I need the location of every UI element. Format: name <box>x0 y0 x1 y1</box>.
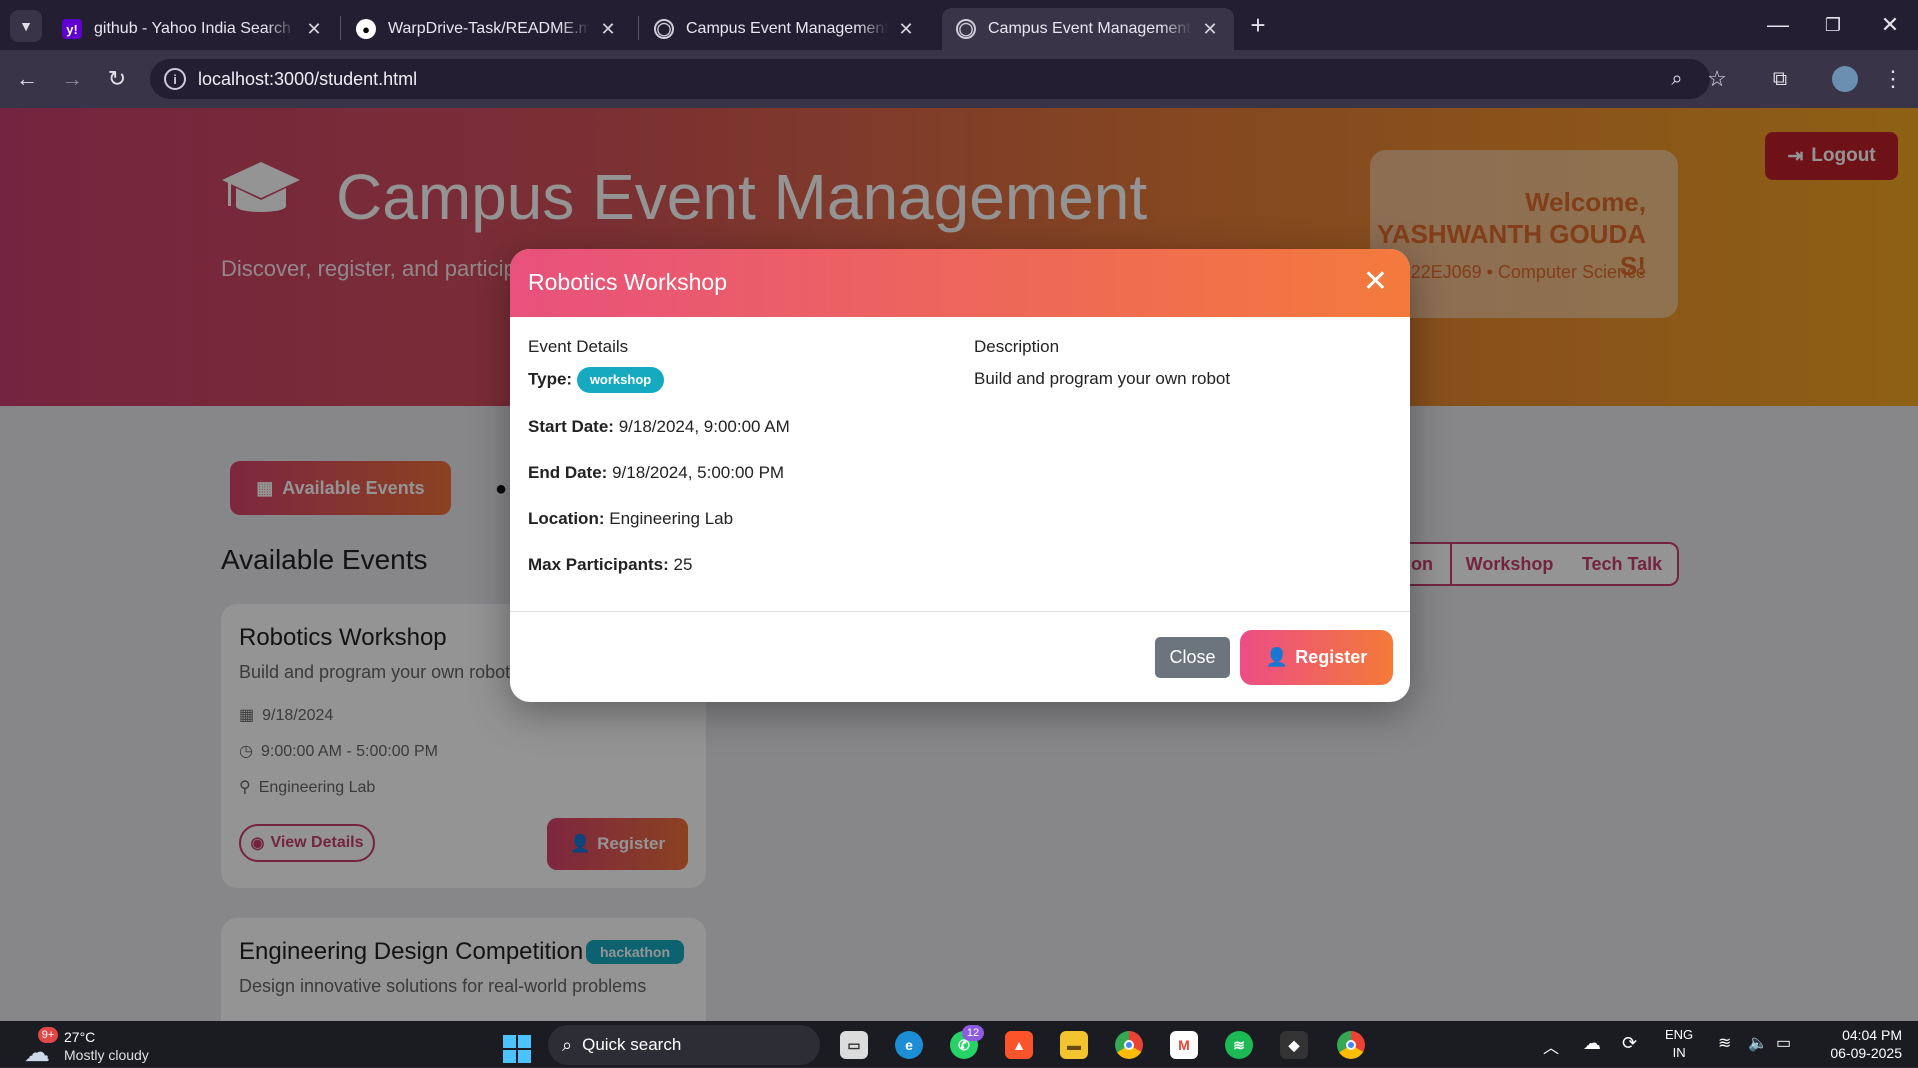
profile-avatar-icon[interactable] <box>1832 66 1858 92</box>
site-info-icon[interactable]: i <box>164 68 186 90</box>
sync-icon[interactable]: ⟳ <box>1622 1033 1637 1054</box>
browser-toolbar: ← → ↻ i localhost:3000/student.html ⌕ ☆ … <box>0 50 1918 108</box>
notification-badge: 9+ <box>38 1027 58 1043</box>
modal-register-label: Register <box>1295 647 1368 667</box>
os-taskbar: ☁ 9+ 27°C Mostly cloudy ⌕ Quick search ▭… <box>0 1021 1918 1067</box>
chrome-dev-icon[interactable] <box>1337 1031 1365 1059</box>
event-details-column: Event Details Type: workshop Start Date:… <box>528 335 958 599</box>
tab-title: WarpDrive-Task/README.md at <box>388 20 590 37</box>
event-details-modal: Robotics Workshop ✕ Event Details Type: … <box>510 249 1410 702</box>
modal-header: Robotics Workshop ✕ <box>510 249 1410 317</box>
tab-campus-event-platform[interactable]: ◯ Campus Event Management Pla ✕ <box>640 8 930 50</box>
location-line: Location: Engineering Lab <box>528 507 958 531</box>
modal-close-icon[interactable]: ✕ <box>1363 265 1388 299</box>
whatsapp-badge: 12 <box>962 1025 984 1041</box>
page-viewport: Campus Event Management Discover, regist… <box>0 108 1918 1021</box>
close-icon[interactable]: ✕ <box>304 19 324 40</box>
clock-date: 06-09-2025 <box>1830 1045 1902 1061</box>
end-date-value: 9/18/2024, 5:00:00 PM <box>612 463 785 482</box>
description-column: Description Build and program your own r… <box>974 335 1394 413</box>
volume-icon[interactable]: 🔈 <box>1748 1033 1768 1053</box>
modal-footer-divider <box>510 611 1410 612</box>
github-icon: ● <box>356 19 376 39</box>
clock-time: 04:04 PM <box>1842 1027 1902 1043</box>
max-participants-value: 25 <box>673 555 693 574</box>
event-type-line: Type: workshop <box>528 367 958 393</box>
tab-github-readme[interactable]: ● WarpDrive-Task/README.md at ✕ <box>342 8 632 50</box>
description-heading: Description <box>974 337 1060 356</box>
clock[interactable]: 04:04 PM 06-09-2025 <box>1812 1026 1902 1062</box>
menu-kebab-icon[interactable]: ⋮ <box>1878 64 1908 94</box>
edge-icon[interactable]: e <box>895 1031 923 1059</box>
tab-search-chevron-icon[interactable]: ▼ <box>10 10 42 42</box>
file-explorer-icon[interactable]: ▬ <box>1060 1031 1088 1059</box>
gmail-icon[interactable]: M <box>1170 1031 1198 1059</box>
window-close-icon[interactable]: ✕ <box>1875 10 1905 40</box>
tab-title: Campus Event Management - S <box>988 20 1192 37</box>
battery-icon[interactable]: ▭ <box>1776 1033 1791 1053</box>
weather-widget[interactable]: ☁ 9+ 27°C Mostly cloudy <box>20 1027 180 1067</box>
close-icon[interactable]: ✕ <box>896 19 916 40</box>
modal-register-button[interactable]: 👤 Register <box>1240 630 1393 685</box>
back-arrow-icon[interactable]: ← <box>12 64 42 94</box>
description-value: Build and program your own robot <box>974 369 1231 388</box>
chrome-icon[interactable] <box>1115 1031 1143 1059</box>
weather-temp: 27°C <box>64 1029 96 1045</box>
close-icon[interactable]: ✕ <box>598 19 618 40</box>
new-tab-plus-icon[interactable]: + <box>1243 10 1273 40</box>
modal-title: Robotics Workshop <box>528 269 727 295</box>
tab-divider <box>340 16 341 40</box>
extensions-puzzle-icon[interactable]: ⧉ <box>1765 64 1795 94</box>
type-label: Type: <box>528 369 573 389</box>
end-date-label: End Date: <box>528 463 608 482</box>
tab-title: github - Yahoo India Search Res <box>94 20 296 37</box>
wifi-icon[interactable]: ≋ <box>1718 1033 1731 1053</box>
url-text: localhost:3000/student.html <box>198 68 418 89</box>
end-date-line: End Date: 9/18/2024, 5:00:00 PM <box>528 461 958 485</box>
modal-close-button[interactable]: Close <box>1155 637 1230 678</box>
brave-icon[interactable]: ▲ <box>1005 1031 1033 1059</box>
lang-bottom: IN <box>1672 1045 1686 1060</box>
max-participants-line: Max Participants: 25 <box>528 553 958 577</box>
browser-tab-strip: ▼ y! github - Yahoo India Search Res ✕ ●… <box>0 0 1918 50</box>
start-date-label: Start Date: <box>528 417 614 436</box>
lang-top: ENG <box>1665 1027 1694 1042</box>
taskbar-search-box[interactable]: ⌕ Quick search <box>548 1025 820 1065</box>
start-date-line: Start Date: 9/18/2024, 9:00:00 AM <box>528 415 958 439</box>
search-icon: ⌕ <box>562 1034 573 1055</box>
globe-icon: ◯ <box>956 19 976 39</box>
search-label: Quick search <box>582 1035 682 1054</box>
bookmark-star-icon[interactable]: ☆ <box>1702 64 1732 94</box>
type-badge: workshop <box>576 367 665 393</box>
zoom-icon[interactable]: ⌕ <box>1662 64 1692 94</box>
globe-icon: ◯ <box>654 19 674 39</box>
address-bar[interactable]: i localhost:3000/student.html <box>150 59 1710 99</box>
close-icon[interactable]: ✕ <box>1200 19 1220 40</box>
yahoo-icon: y! <box>62 19 82 39</box>
location-value: Engineering Lab <box>609 509 734 528</box>
tab-campus-event-student[interactable]: ◯ Campus Event Management - S ✕ <box>942 8 1234 50</box>
restore-icon[interactable]: ❐ <box>1818 10 1848 40</box>
event-details-heading: Event Details <box>528 337 629 356</box>
spotify-icon[interactable]: ≋ <box>1225 1031 1253 1059</box>
task-view-icon[interactable]: ▭ <box>840 1031 868 1059</box>
add-user-icon: 👤 <box>1265 647 1289 667</box>
language-indicator[interactable]: ENG IN <box>1665 1026 1693 1062</box>
max-participants-label: Max Participants: <box>528 555 669 574</box>
onedrive-icon[interactable]: ☁ <box>1583 1033 1601 1054</box>
weather-desc: Mostly cloudy <box>64 1047 149 1063</box>
windows-start-icon[interactable] <box>503 1035 531 1063</box>
forward-arrow-icon[interactable]: → <box>57 64 87 94</box>
tab-divider <box>638 16 639 40</box>
minimize-icon[interactable]: — <box>1763 10 1793 40</box>
start-date-value: 9/18/2024, 9:00:00 AM <box>618 417 790 436</box>
reload-icon[interactable]: ↻ <box>102 64 132 94</box>
tab-yahoo-search[interactable]: y! github - Yahoo India Search Res ✕ <box>48 8 338 50</box>
tray-chevron-icon[interactable]: ︿ <box>1543 1034 1559 1058</box>
tab-title: Campus Event Management Pla <box>686 20 888 37</box>
app-cube-icon[interactable]: ◆ <box>1280 1031 1308 1059</box>
location-label: Location: <box>528 509 605 528</box>
